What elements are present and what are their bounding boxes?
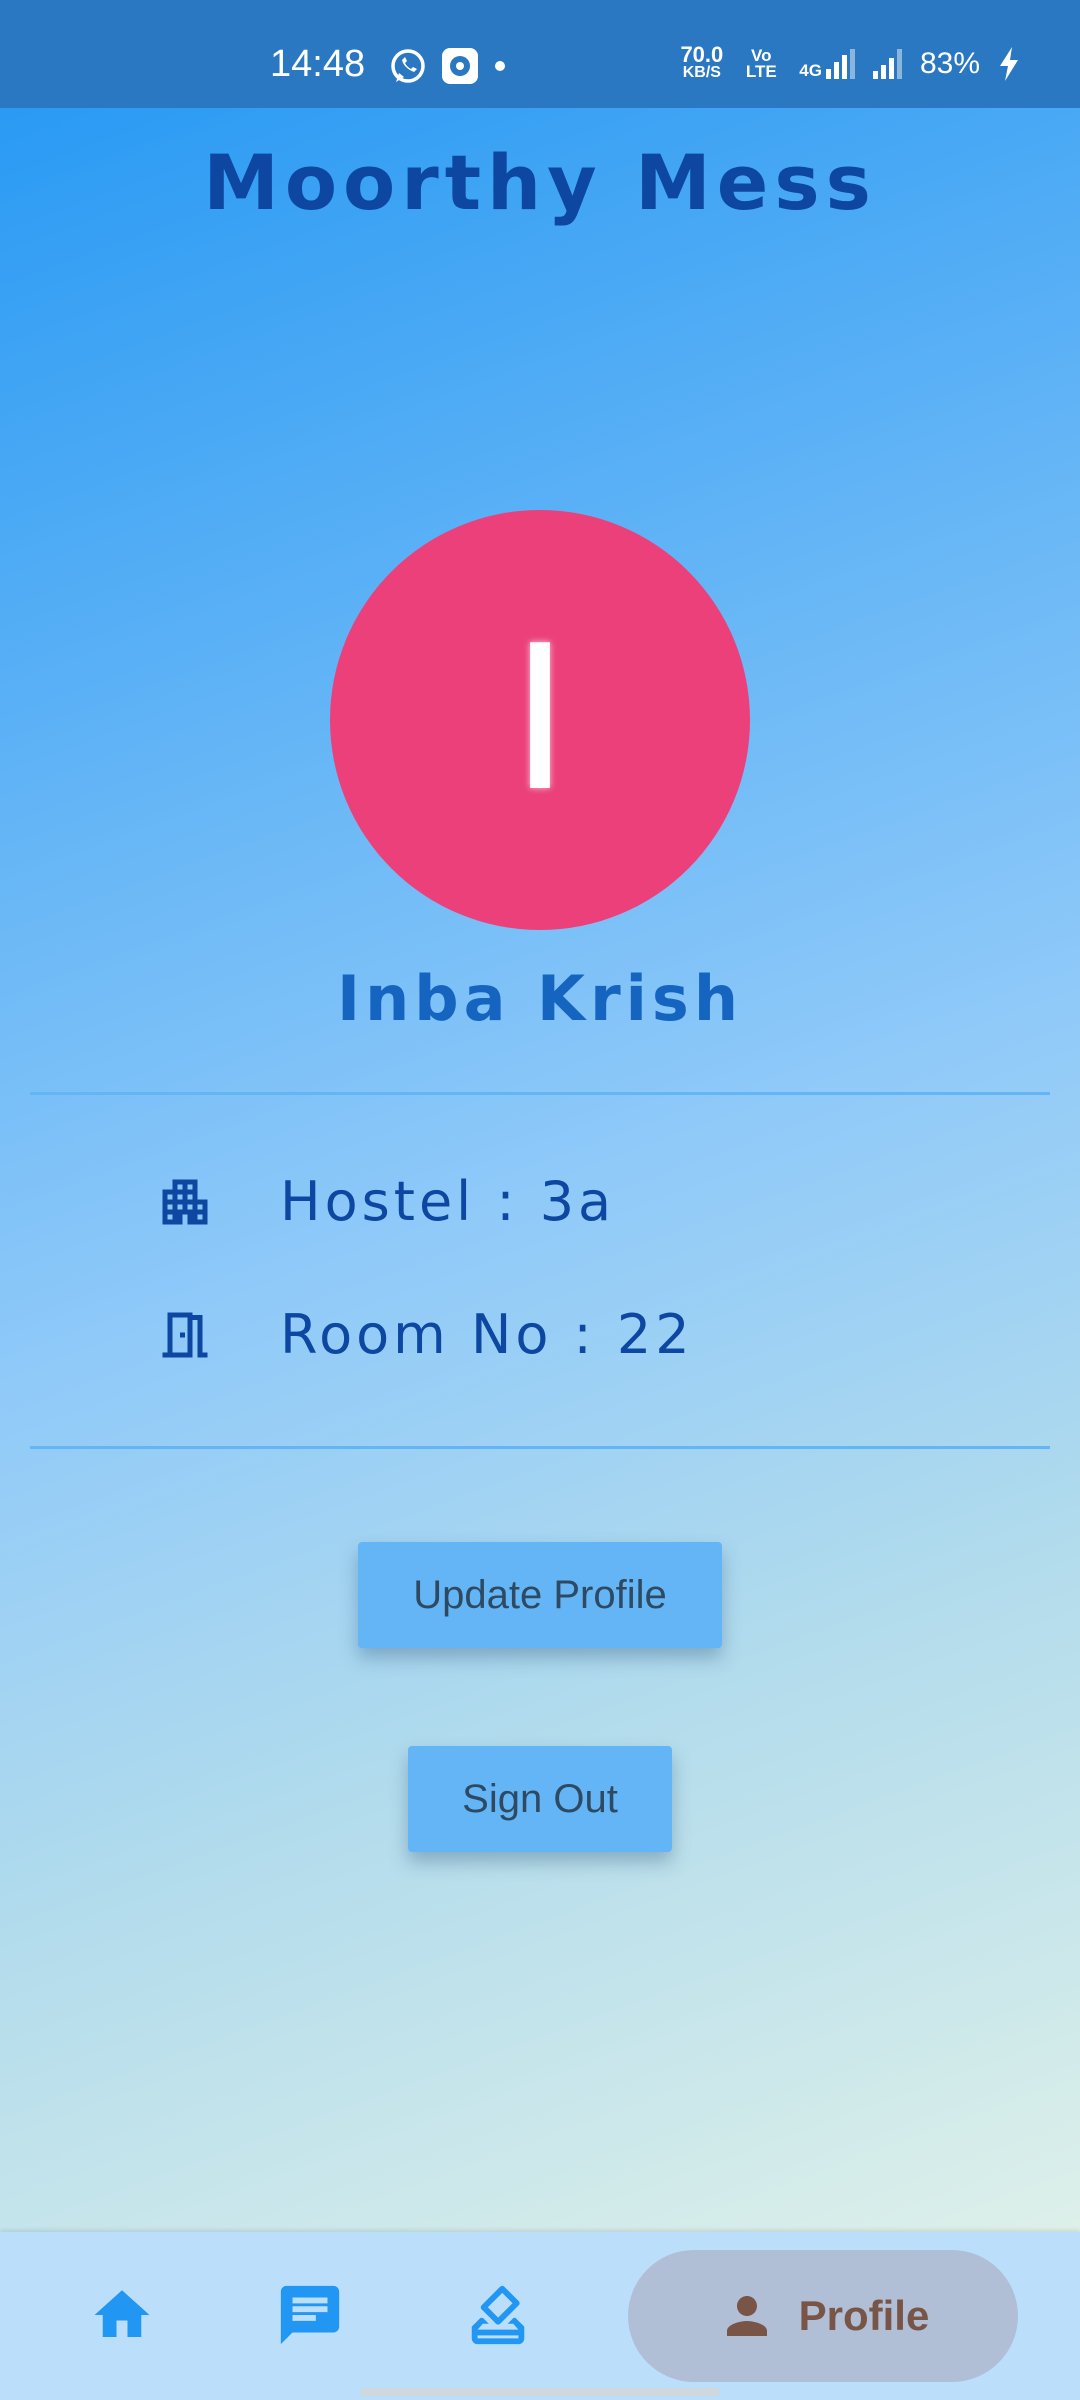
- room-text: Room No : 22: [280, 1303, 694, 1366]
- home-indicator[interactable]: [360, 2388, 720, 2396]
- nav-profile[interactable]: Profile: [628, 2250, 1018, 2382]
- battery-percent: 83%: [919, 47, 980, 80]
- vote-icon: [471, 2285, 525, 2345]
- nav-messages[interactable]: [260, 2270, 360, 2360]
- nav-home[interactable]: [72, 2270, 172, 2360]
- network-speed: 70.0 KB/S: [680, 42, 724, 82]
- charging-icon: [1000, 47, 1018, 81]
- more-notifications-dot-icon: [495, 61, 505, 71]
- network-type-label: 4G: [799, 61, 822, 80]
- nav-vote[interactable]: [448, 2270, 548, 2360]
- whatsapp-icon: [391, 49, 425, 83]
- user-name: Inba Krish: [337, 962, 743, 1035]
- update-profile-button[interactable]: Update Profile: [358, 1542, 722, 1648]
- divider-bottom: [30, 1446, 1050, 1449]
- status-indicators: 70.0 KB/S Vo LTE 4G 83%: [680, 42, 1020, 82]
- app-notification-icon: [442, 48, 478, 84]
- home-icon: [94, 2290, 150, 2337]
- network-speed-value: 70.0: [680, 42, 724, 67]
- hostel-row: Hostel : 3a: [155, 1170, 615, 1233]
- network-speed-unit: KB/S: [682, 64, 721, 81]
- signal-icon: [872, 49, 902, 79]
- hostel-text: Hostel : 3a: [280, 1170, 616, 1233]
- room-row: Room No : 22: [155, 1303, 694, 1366]
- divider-top: [30, 1092, 1050, 1095]
- apartment-icon: [162, 1179, 208, 1224]
- sign-out-button[interactable]: Sign Out: [408, 1746, 672, 1852]
- signal-4g-icon: 4G: [799, 49, 855, 79]
- person-icon: [726, 2296, 767, 2336]
- door-icon: [162, 1312, 208, 1357]
- status-bar: 14:48 70.0 KB/S Vo LTE 4G 83%: [0, 0, 1080, 108]
- avatar: I: [330, 510, 750, 930]
- message-icon: [280, 2285, 340, 2345]
- volte-indicator: Vo LTE: [745, 46, 777, 81]
- nav-profile-label: Profile: [798, 2292, 930, 2339]
- status-time: 14:48: [270, 43, 366, 85]
- bottom-nav: Profile: [0, 2232, 1080, 2400]
- app-title: Moorthy Mess: [203, 138, 877, 227]
- avatar-initial: I: [510, 603, 570, 836]
